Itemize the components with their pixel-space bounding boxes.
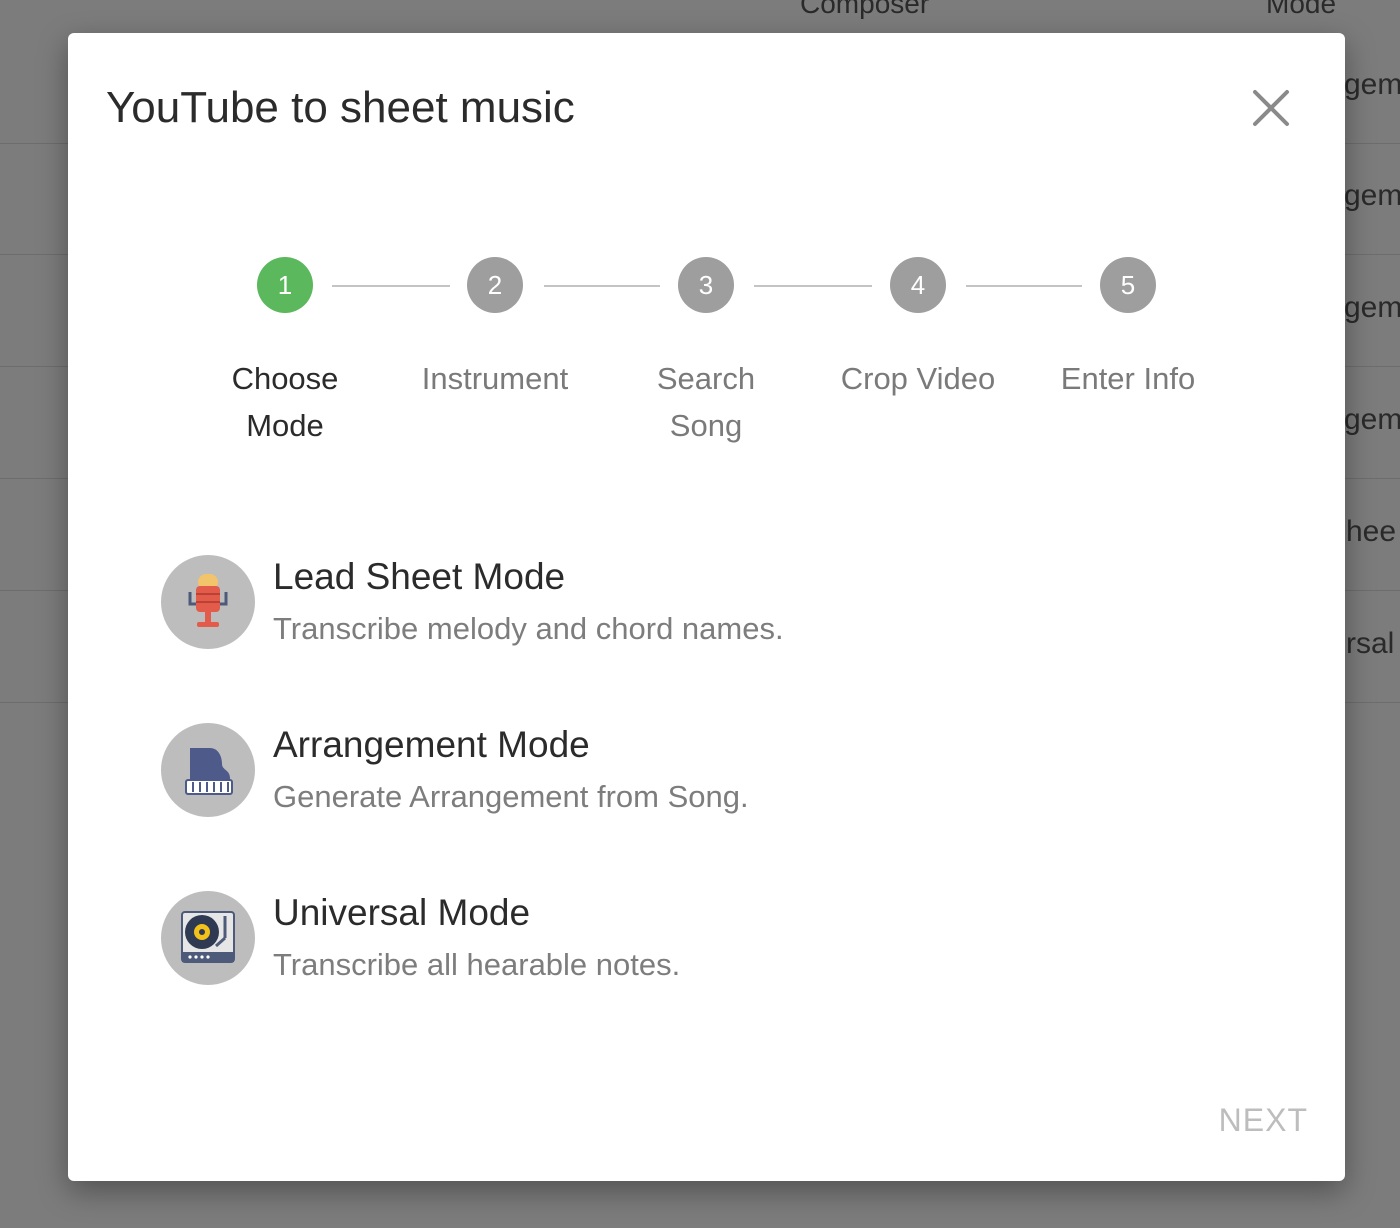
mode-selection-dialog: YouTube to sheet music 1 Choose Mode 2 I… — [68, 33, 1345, 1181]
table-cell-mode: gem — [1344, 179, 1400, 212]
step-number: 3 — [678, 257, 734, 313]
step-label: Choose Mode — [231, 361, 339, 443]
table-cell-mode: gem — [1344, 291, 1400, 324]
step-crop-video: 4 Crop Video — [818, 257, 1018, 402]
mode-title: Universal Mode — [273, 892, 531, 933]
table-cell-mode: gem — [1344, 68, 1400, 101]
step-label: Instrument — [421, 361, 569, 396]
table-cell-mode: hee — [1346, 515, 1397, 548]
mode-title: Lead Sheet Mode — [273, 556, 566, 597]
next-button[interactable]: NEXT — [1188, 1098, 1308, 1142]
microphone-icon — [188, 574, 228, 627]
step-number: 2 — [467, 257, 523, 313]
step-label: Enter Info — [1060, 361, 1196, 396]
step-enter-info: 5 Enter Info — [1028, 257, 1228, 402]
column-header-mode: Mode — [1266, 0, 1337, 19]
mode-description: Transcribe melody and chord names. — [273, 611, 784, 646]
step-label: Crop Video — [840, 361, 996, 396]
piano-icon — [185, 748, 233, 795]
mode-avatar — [161, 555, 255, 649]
mode-avatar — [161, 891, 255, 985]
step-number: 5 — [1100, 257, 1156, 313]
table-cell-mode: gem — [1344, 403, 1400, 436]
mode-option-lead-sheet[interactable]: Lead Sheet Mode Transcribe melody and ch… — [161, 555, 1061, 651]
step-search-song: 3 Search Song — [606, 257, 806, 449]
dialog-title: YouTube to sheet music — [106, 83, 575, 132]
step-number: 4 — [890, 257, 946, 313]
mode-title: Arrangement Mode — [273, 724, 590, 765]
table-cell-mode: rsal — [1346, 627, 1395, 660]
mode-description: Transcribe all hearable notes. — [273, 947, 681, 982]
mode-description: Generate Arrangement from Song. — [273, 779, 749, 814]
step-number: 1 — [257, 257, 313, 313]
mode-option-universal[interactable]: Universal Mode Transcribe all hearable n… — [161, 891, 1061, 987]
step-instrument: 2 Instrument — [395, 257, 595, 402]
step-choose-mode: 1 Choose Mode — [185, 257, 385, 449]
step-label: Search Song — [656, 361, 756, 443]
mode-avatar — [161, 723, 255, 817]
turntable-icon — [181, 911, 235, 963]
mode-option-arrangement[interactable]: Arrangement Mode Generate Arrangement fr… — [161, 723, 1061, 819]
close-icon — [1253, 90, 1289, 126]
close-button[interactable] — [1246, 83, 1296, 133]
column-header-composer: Composer — [800, 0, 930, 19]
